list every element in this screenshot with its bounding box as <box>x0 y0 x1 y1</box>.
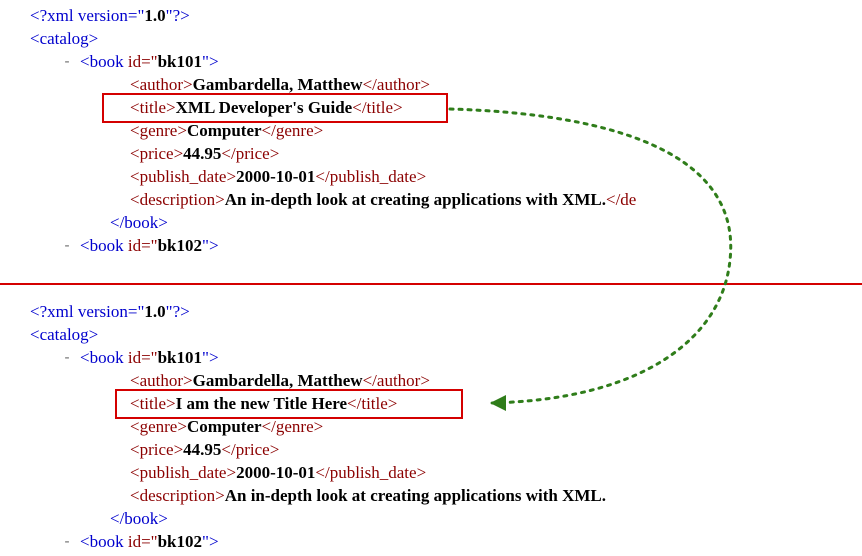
collapse-icon[interactable]: - <box>62 346 72 369</box>
book1-open: -<book id="bk101"> <box>0 346 862 369</box>
xml-declaration: <?xml version="1.0"?> <box>0 4 862 27</box>
title-line-before: <title>XML Developer's Guide</title> <box>0 96 862 119</box>
price-line: <price>44.95</price> <box>0 142 862 165</box>
xml-declaration: <?xml version="1.0"?> <box>0 300 862 323</box>
desc-line: <description>An in-depth look at creatin… <box>0 188 862 211</box>
catalog-open: <catalog> <box>0 323 862 346</box>
xml-snippet-after: <?xml version="1.0"?> <catalog> -<book i… <box>0 300 862 553</box>
book1-close: </book> <box>0 211 862 234</box>
pubdate-line: <publish_date>2000-10-01</publish_date> <box>0 461 862 484</box>
book1-open: -<book id="bk101"> <box>0 50 862 73</box>
genre-line: <genre>Computer</genre> <box>0 415 862 438</box>
xml-snippet-before: <?xml version="1.0"?> <catalog> -<book i… <box>0 4 862 257</box>
separator-line <box>0 283 862 285</box>
book2-open: -<book id="bk102"> <box>0 234 862 257</box>
genre-line: <genre>Computer</genre> <box>0 119 862 142</box>
author-line: <author>Gambardella, Matthew</author> <box>0 73 862 96</box>
book2-open: -<book id="bk102"> <box>0 530 862 553</box>
pubdate-line: <publish_date>2000-10-01</publish_date> <box>0 165 862 188</box>
author-line: <author>Gambardella, Matthew</author> <box>0 369 862 392</box>
collapse-icon[interactable]: - <box>62 234 72 257</box>
collapse-icon[interactable]: - <box>62 50 72 73</box>
collapse-icon[interactable]: - <box>62 530 72 553</box>
book1-close: </book> <box>0 507 862 530</box>
desc-line: <description>An in-depth look at creatin… <box>0 484 862 507</box>
title-line-after: <title>I am the new Title Here</title> <box>0 392 862 415</box>
price-line: <price>44.95</price> <box>0 438 862 461</box>
catalog-open: <catalog> <box>0 27 862 50</box>
